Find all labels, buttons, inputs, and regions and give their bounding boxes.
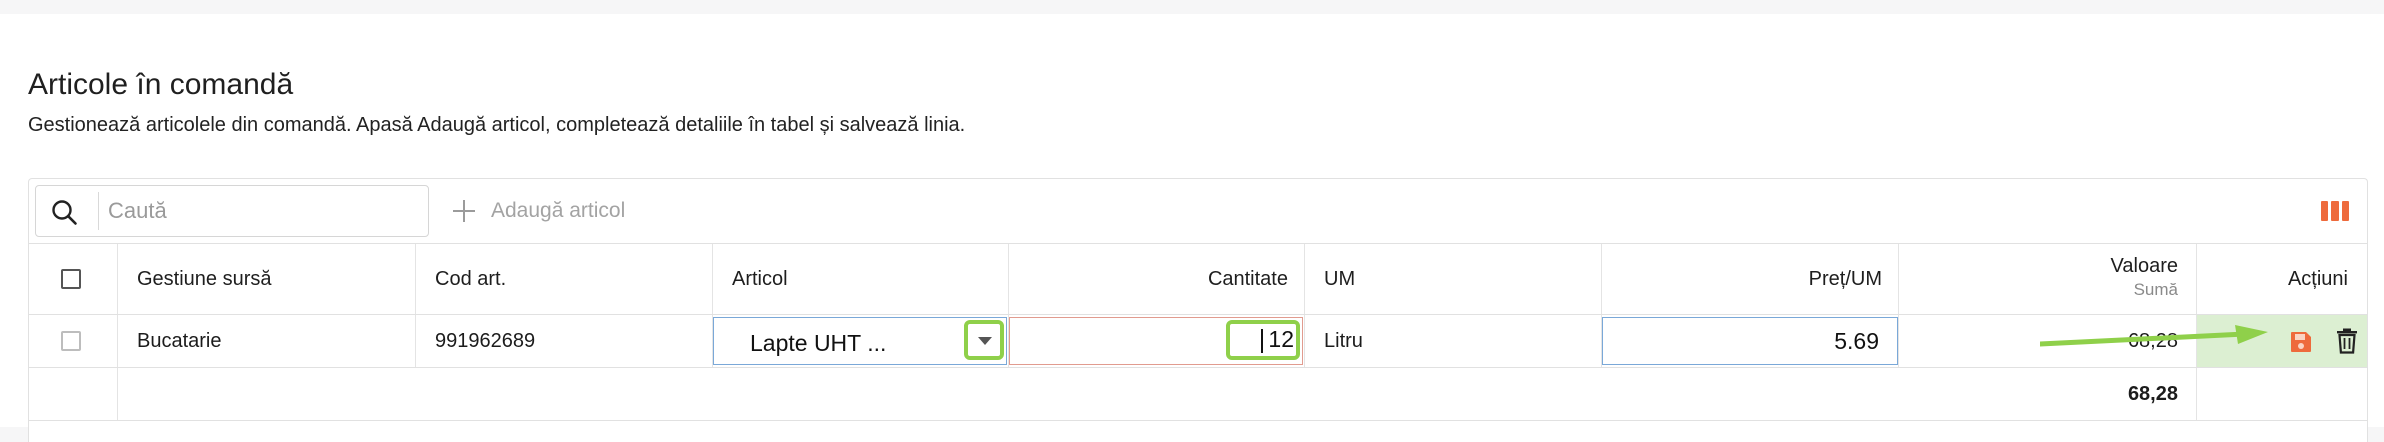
article-value: Lapte UHT ...: [750, 330, 887, 356]
table-header: Gestiune sursă Cod art. Articol Cantitat…: [29, 244, 2367, 315]
col-divider: [1304, 244, 1305, 314]
plus-icon: [453, 200, 475, 222]
row-actions: [2197, 315, 2367, 367]
col-divider: [117, 368, 118, 420]
article-dropdown-button[interactable]: [964, 320, 1004, 360]
col-divider: [415, 244, 416, 314]
items-table: Adaugă articol Gestiune sursă Cod art. A…: [28, 178, 2368, 442]
price-input[interactable]: [1679, 326, 1879, 356]
page-subtitle: Gestionează articolele din comandă. Apas…: [28, 114, 966, 136]
row-select-cell: [61, 315, 81, 367]
header-cantitate[interactable]: Cantitate: [1008, 244, 1288, 314]
quantity-field[interactable]: [1009, 317, 1303, 365]
header-valoare-sublabel: Sumă: [2133, 280, 2178, 299]
header-pret[interactable]: Preț/UM: [1601, 244, 1882, 314]
row-valoare-value: 68,28: [2127, 329, 2178, 352]
search-icon: [52, 200, 77, 225]
table-row: Bucatarie 991962689 Lapte UHT ... Litru …: [29, 315, 2367, 368]
chevron-down-icon: [978, 337, 992, 345]
header-pret-label: Preț/UM: [1808, 267, 1882, 290]
add-item-button[interactable]: Adaugă articol: [453, 193, 625, 229]
page-title: Articole în comandă: [28, 68, 294, 101]
total-valoare: 68,28: [1898, 368, 2178, 420]
page-card: Articole în comandă Gestionează articole…: [0, 14, 2384, 442]
select-all-cell: [61, 244, 81, 314]
search-input[interactable]: [108, 192, 408, 230]
header-articol[interactable]: Articol: [732, 244, 788, 314]
search-separator: [98, 192, 99, 230]
search-box[interactable]: [35, 185, 429, 237]
add-item-label: Adaugă articol: [491, 199, 626, 222]
row-valoare: 68,28: [1898, 315, 2178, 367]
row-cod: 991962689: [435, 329, 536, 352]
header-um[interactable]: UM: [1324, 244, 1355, 314]
total-row: 68,28: [29, 368, 2367, 421]
table-toolbar: Adaugă articol: [29, 179, 2367, 244]
total-valoare-value: 68,28: [2127, 382, 2178, 405]
row-gestiune: Bucatarie: [137, 329, 222, 352]
text-caret: [1261, 329, 1263, 353]
col-divider: [2196, 368, 2197, 420]
header-cod[interactable]: Cod art.: [435, 244, 506, 314]
header-actiuni-label: Acțiuni: [2287, 267, 2348, 290]
trash-icon[interactable]: [2335, 328, 2359, 354]
col-divider: [1304, 315, 1305, 367]
header-actiuni: Acțiuni: [2196, 244, 2348, 314]
row-um: Litru: [1324, 329, 1363, 352]
select-all-checkbox[interactable]: [61, 269, 81, 289]
col-divider: [415, 315, 416, 367]
header-cantitate-label: Cantitate: [1207, 267, 1288, 290]
header-gestiune[interactable]: Gestiune sursă: [137, 244, 272, 314]
col-divider: [117, 244, 118, 314]
header-valoare[interactable]: Valoare Sumă: [1898, 244, 2196, 314]
col-divider: [712, 244, 713, 314]
header-valoare-label: Valoare: [2110, 255, 2178, 277]
save-icon[interactable]: [2289, 330, 2313, 354]
article-combobox[interactable]: Lapte UHT ...: [713, 317, 1007, 365]
quantity-input[interactable]: [1238, 324, 1294, 354]
columns-icon[interactable]: [2321, 201, 2349, 221]
row-checkbox[interactable]: [61, 331, 81, 351]
col-divider: [117, 315, 118, 367]
price-field[interactable]: [1602, 317, 1898, 365]
